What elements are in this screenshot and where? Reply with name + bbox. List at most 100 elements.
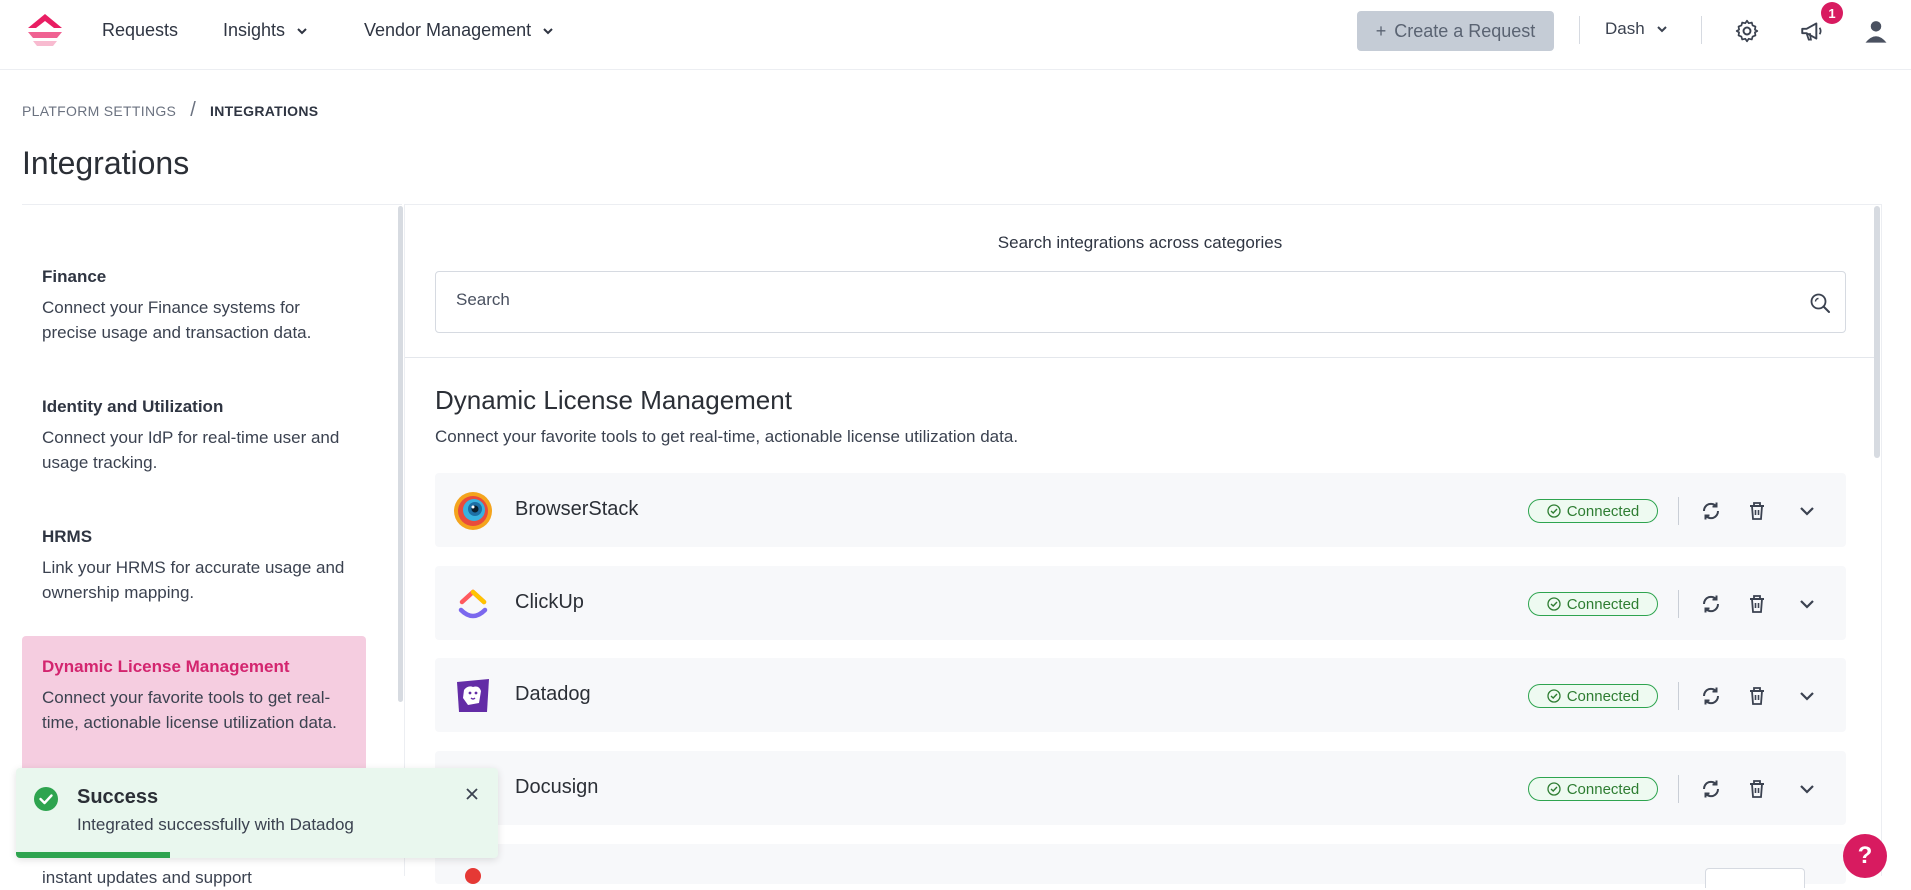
announcements-button[interactable] xyxy=(1797,16,1827,46)
divider xyxy=(1579,16,1580,44)
sidebar-item-dynamic-license[interactable]: Dynamic License Management Connect your … xyxy=(22,636,366,776)
notification-badge: 1 xyxy=(1821,2,1843,24)
app-logo-icon xyxy=(465,868,481,884)
check-circle-icon xyxy=(1547,597,1561,611)
chevron-down-icon[interactable] xyxy=(1795,684,1819,708)
sidebar-item-desc: Connect your Finance systems for precise… xyxy=(42,298,312,342)
sidebar-item-title: Identity and Utilization xyxy=(42,397,224,416)
nav-requests-label: Requests xyxy=(102,20,179,40)
divider xyxy=(1701,16,1702,44)
section-title: Dynamic License Management xyxy=(435,385,792,415)
success-toast: Success Integrated successfully with Dat… xyxy=(16,768,498,858)
integration-row-clickup: ClickUp Connected xyxy=(435,566,1846,640)
breadcrumb-parent[interactable]: PLATFORM SETTINGS xyxy=(22,103,176,119)
section-desc: Connect your favorite tools to get real-… xyxy=(435,427,1019,446)
check-circle-icon xyxy=(1547,782,1561,796)
status-label: Connected xyxy=(1566,502,1640,520)
sidebar-item-desc: Connect your IdP for real-time user and … xyxy=(42,428,340,472)
integration-row-partial xyxy=(435,844,1846,888)
datadog-logo-icon xyxy=(457,679,489,712)
integration-name: BrowserStack xyxy=(515,498,639,520)
status-badge: Connected xyxy=(1528,777,1658,801)
integration-row-datadog: Datadog Connected xyxy=(435,658,1846,732)
user-menu-button[interactable] xyxy=(1861,16,1891,46)
toast-message: Integrated successfully with Datadog xyxy=(77,815,354,834)
trash-icon[interactable] xyxy=(1745,684,1769,708)
divider xyxy=(405,357,1875,358)
gear-icon xyxy=(1735,19,1759,43)
sync-icon[interactable] xyxy=(1699,684,1723,708)
sidebar-scrollbar[interactable] xyxy=(398,206,403,702)
trash-icon[interactable] xyxy=(1745,777,1769,801)
help-button[interactable]: ? xyxy=(1843,834,1887,878)
check-circle-icon xyxy=(34,787,58,811)
nav-vendor-management[interactable]: Vendor Management xyxy=(364,20,555,41)
integration-row-docusign: Docusign Connected xyxy=(435,751,1846,825)
divider xyxy=(1678,590,1679,618)
chevron-down-icon xyxy=(297,27,307,34)
nav-insights[interactable]: Insights xyxy=(223,20,309,41)
search-input[interactable] xyxy=(456,290,1756,310)
clickup-logo-icon xyxy=(458,589,488,619)
chevron-down-icon[interactable] xyxy=(1795,777,1819,801)
logo-icon[interactable] xyxy=(24,12,66,48)
integrations-panel: Search integrations across categories Dy… xyxy=(404,204,1882,888)
integration-row-browserstack: BrowserStack Connected xyxy=(435,473,1846,547)
nav-vendor-management-label: Vendor Management xyxy=(364,20,532,40)
sidebar-item-hrms[interactable]: HRMS Link your HRMS for accurate usage a… xyxy=(22,527,366,605)
status-badge: Connected xyxy=(1528,684,1658,708)
connect-button[interactable] xyxy=(1705,868,1805,888)
workspace-label: Dash xyxy=(1605,19,1645,38)
page-title: Integrations xyxy=(22,145,190,181)
divider xyxy=(1678,775,1679,803)
breadcrumb-current: INTEGRATIONS xyxy=(210,102,319,119)
status-badge: Connected xyxy=(1528,592,1658,616)
status-badge: Connected xyxy=(1528,499,1658,523)
breadcrumb-separator: / xyxy=(190,99,197,121)
create-request-label: Create a Request xyxy=(1394,20,1536,41)
close-icon[interactable] xyxy=(462,784,482,804)
sidebar-item-title: HRMS xyxy=(42,527,93,546)
sync-icon[interactable] xyxy=(1699,499,1723,523)
sidebar-item-desc: Link your HRMS for accurate usage and ow… xyxy=(42,558,345,602)
trash-icon[interactable] xyxy=(1745,499,1769,523)
sidebar-item-desc: Connect your favorite tools to get real-… xyxy=(42,688,337,732)
integration-name: ClickUp xyxy=(515,591,584,613)
status-label: Connected xyxy=(1566,780,1640,798)
chevron-down-icon xyxy=(1656,26,1667,33)
chevron-down-icon xyxy=(543,27,553,34)
check-circle-icon xyxy=(1547,504,1561,518)
main-scrollbar[interactable] xyxy=(1874,206,1880,458)
sync-icon[interactable] xyxy=(1699,777,1723,801)
integration-name: Docusign xyxy=(515,776,599,798)
chevron-down-icon[interactable] xyxy=(1795,592,1819,616)
megaphone-icon xyxy=(1801,22,1822,41)
divider xyxy=(1678,682,1679,710)
avatar-icon xyxy=(1865,21,1887,43)
settings-button[interactable] xyxy=(1732,16,1762,46)
create-request-button[interactable]: + Create a Request xyxy=(1357,11,1554,51)
browserstack-logo-icon xyxy=(454,492,492,530)
sync-icon[interactable] xyxy=(1699,592,1723,616)
top-navbar: Requests Insights Vendor Management + Cr… xyxy=(0,0,1911,70)
workspace-dropdown[interactable]: Dash xyxy=(1605,19,1669,39)
sidebar-item-finance[interactable]: Finance Connect your Finance systems for… xyxy=(22,267,366,345)
trash-icon[interactable] xyxy=(1745,592,1769,616)
divider xyxy=(1678,497,1679,525)
sidebar-item-identity[interactable]: Identity and Utilization Connect your Id… xyxy=(22,397,366,475)
search-icon[interactable] xyxy=(1809,292,1831,314)
breadcrumb: PLATFORM SETTINGS / INTEGRATIONS xyxy=(22,99,318,122)
status-label: Connected xyxy=(1566,595,1640,613)
check-circle-icon xyxy=(1547,689,1561,703)
toast-progress-bar xyxy=(16,852,170,858)
sidebar-item-partial[interactable]: instant updates and support xyxy=(22,865,366,890)
integration-name: Datadog xyxy=(515,683,591,705)
sidebar-item-title: Finance xyxy=(42,267,107,286)
nav-insights-label: Insights xyxy=(223,20,286,40)
nav-requests[interactable]: Requests xyxy=(102,20,178,41)
search-caption: Search integrations across categories xyxy=(997,233,1283,252)
chevron-down-icon[interactable] xyxy=(1795,499,1819,523)
sidebar-item-title: Dynamic License Management xyxy=(42,657,290,676)
sidebar-item-desc: instant updates and support xyxy=(42,868,252,887)
search-box xyxy=(435,271,1846,333)
